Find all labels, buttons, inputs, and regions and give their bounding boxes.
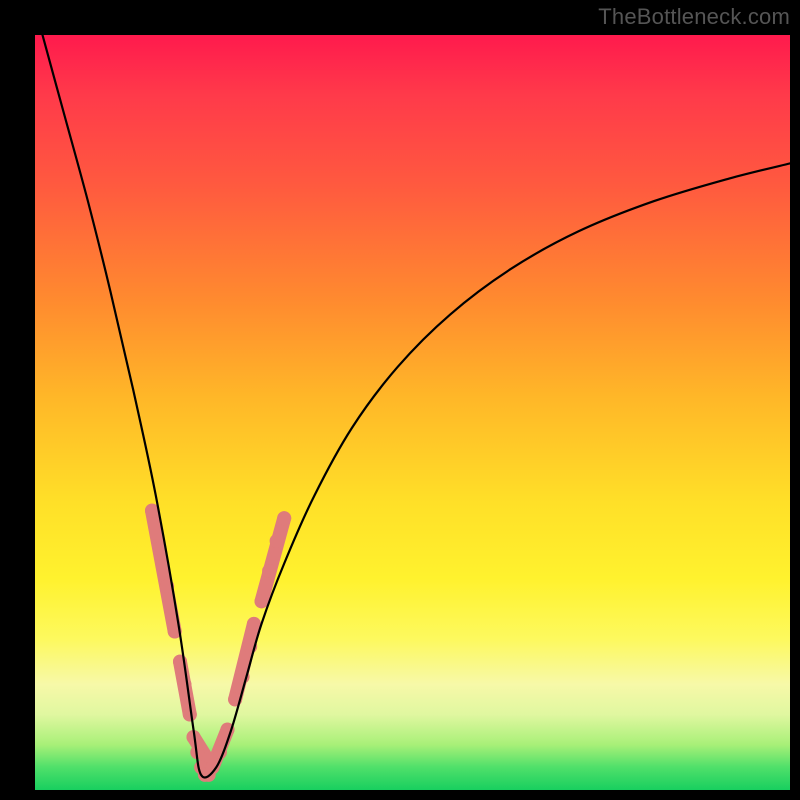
highlight-marker (277, 511, 291, 525)
plot-area (35, 35, 790, 790)
chart-frame: TheBottleneck.com (0, 0, 800, 800)
highlight-markers-group (145, 504, 291, 782)
highlight-marker (178, 677, 192, 691)
bottleneck-curve-path (43, 35, 791, 777)
highlight-pill (152, 511, 175, 632)
curve-layer (35, 35, 790, 790)
highlight-marker (270, 534, 284, 548)
watermark-label: TheBottleneck.com (598, 4, 790, 30)
highlight-pill (262, 518, 285, 601)
highlight-marker (255, 594, 269, 608)
highlight-marker (262, 564, 276, 578)
